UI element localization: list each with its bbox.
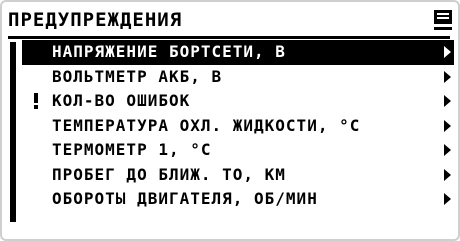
list-item-label: КОЛ-ВО ОШИБОК bbox=[52, 91, 191, 111]
list-item-label: НАПРЯЖЕНИЕ БОРТСЕТИ, В bbox=[52, 42, 286, 62]
chevron-right-icon bbox=[444, 168, 451, 181]
header-divider bbox=[8, 36, 450, 39]
list-item-label: ТЕМПЕРАТУРА ОХЛ. ЖИДКОСТИ, °С bbox=[52, 115, 361, 135]
screen-title: ПРЕДУПРЕЖДЕНИЯ bbox=[8, 9, 183, 31]
chevron-right-icon bbox=[444, 46, 451, 59]
list-menu-icon[interactable] bbox=[434, 10, 452, 32]
warnings-list: НАПРЯЖЕНИЕ БОРТСЕТИ, В ВОЛЬТМЕТР АКБ, В … bbox=[22, 40, 454, 212]
list-item-thermometer-1[interactable]: ТЕРМОМЕТР 1, °С bbox=[22, 138, 454, 163]
exclamation-icon bbox=[34, 93, 38, 110]
chevron-right-icon bbox=[444, 95, 451, 108]
display-screen: ПРЕДУПРЕЖДЕНИЯ НАПРЯЖЕНИЕ БОРТСЕТИ, В ВО… bbox=[0, 0, 460, 241]
chevron-right-icon bbox=[444, 144, 451, 157]
list-item-mileage-to-service[interactable]: ПРОБЕГ ДО БЛИЖ. ТО, КМ bbox=[22, 163, 454, 188]
list-item-label: ТЕРМОМЕТР 1, °С bbox=[52, 140, 212, 160]
list-item-coolant-temperature[interactable]: ТЕМПЕРАТУРА ОХЛ. ЖИДКОСТИ, °С bbox=[22, 114, 454, 139]
list-item-label: ПРОБЕГ ДО БЛИЖ. ТО, КМ bbox=[52, 164, 286, 184]
list-item-error-count[interactable]: КОЛ-ВО ОШИБОК bbox=[22, 89, 454, 114]
list-item-label: ОБОРОТЫ ДВИГАТЕЛЯ, ОБ/МИН bbox=[52, 189, 318, 209]
chevron-right-icon bbox=[444, 119, 451, 132]
scrollbar[interactable] bbox=[10, 42, 16, 222]
chevron-right-icon bbox=[444, 193, 451, 206]
list-item-battery-voltmeter[interactable]: ВОЛЬТМЕТР АКБ, В bbox=[22, 65, 454, 90]
list-item-label: ВОЛЬТМЕТР АКБ, В bbox=[52, 66, 223, 86]
chevron-right-icon bbox=[444, 70, 451, 83]
list-item-board-voltage[interactable]: НАПРЯЖЕНИЕ БОРТСЕТИ, В bbox=[22, 40, 454, 65]
list-item-engine-rpm[interactable]: ОБОРОТЫ ДВИГАТЕЛЯ, ОБ/МИН bbox=[22, 187, 454, 212]
